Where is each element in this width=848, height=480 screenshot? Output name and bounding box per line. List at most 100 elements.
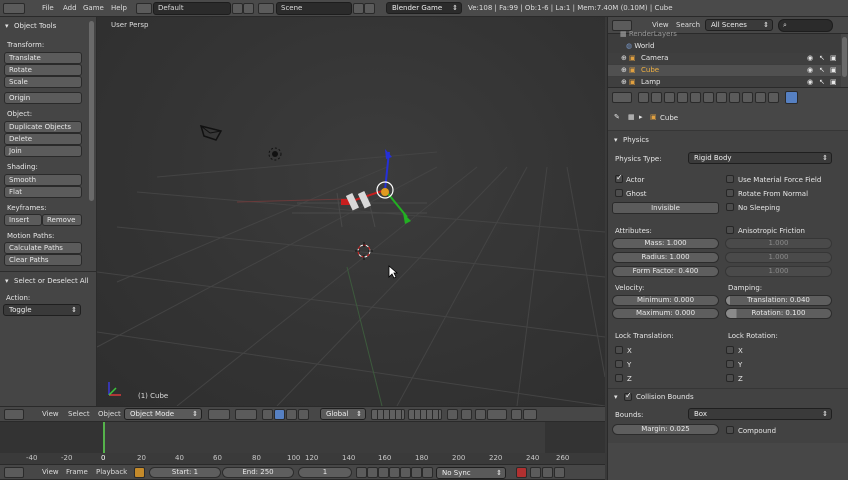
rotate-icon[interactable] xyxy=(286,409,297,420)
current-frame-field[interactable]: 1 xyxy=(298,467,352,478)
bounds-select[interactable]: Box xyxy=(688,408,832,420)
start-frame-field[interactable]: Start: 1 xyxy=(149,467,221,478)
pivot-icon[interactable] xyxy=(235,409,257,420)
scene-tab-icon[interactable] xyxy=(664,92,675,103)
sync-select[interactable]: No Sync xyxy=(436,467,506,479)
editor-type-icon[interactable] xyxy=(3,3,25,14)
add-layout-icon[interactable] xyxy=(232,3,243,14)
outliner-row-camera[interactable]: ⊕ ▣ Camera ◉ ↖ ▣ xyxy=(608,53,841,64)
next-key-icon[interactable] xyxy=(400,467,411,478)
end-frame-field[interactable]: End: 250 xyxy=(222,467,294,478)
object-tab-icon[interactable] xyxy=(690,92,701,103)
aniso-z-field[interactable]: 1.000 xyxy=(725,266,832,277)
expand-icon[interactable]: ⊕ xyxy=(621,78,627,86)
pause-icon[interactable] xyxy=(422,467,433,478)
velocity-minimum-field[interactable]: Minimum: 0.000 xyxy=(612,295,719,306)
insert-key-icon[interactable] xyxy=(542,467,553,478)
add-scene-icon[interactable] xyxy=(353,3,364,14)
damping-translation-field[interactable]: Translation: 0.040 xyxy=(725,295,832,306)
collapse-icon[interactable]: ▾ xyxy=(614,136,618,144)
modifiers-tab-icon[interactable] xyxy=(716,92,727,103)
3d-viewport[interactable]: User Persp (1) Cube xyxy=(97,17,605,406)
snap-icon[interactable] xyxy=(475,409,486,420)
layers-block-1[interactable] xyxy=(371,409,405,420)
outliner-filter-select[interactable]: All Scenes xyxy=(705,19,773,31)
jump-start-icon[interactable] xyxy=(356,467,367,478)
join-button[interactable]: Join xyxy=(4,145,82,157)
form-factor-field[interactable]: Form Factor: 0.400 xyxy=(612,266,719,277)
eye-icon[interactable]: ◉ xyxy=(807,66,813,74)
select-icon[interactable]: ↖ xyxy=(819,78,825,86)
lock-camera-icon[interactable] xyxy=(447,409,458,420)
use-material-force-checkbox[interactable] xyxy=(726,175,734,183)
margin-field[interactable]: Margin: 0.025 xyxy=(612,424,719,435)
eye-icon[interactable]: ◉ xyxy=(807,54,813,62)
eye-icon[interactable]: ◉ xyxy=(807,78,813,86)
menu-game[interactable]: Game xyxy=(79,0,108,16)
anisotropic-checkbox[interactable] xyxy=(726,226,734,234)
editor-type-icon[interactable] xyxy=(612,92,632,103)
rotate-button[interactable]: Rotate xyxy=(4,64,82,76)
world-tab-icon[interactable] xyxy=(677,92,688,103)
render-engine-select[interactable]: Blender Game xyxy=(386,2,462,14)
texture-tab-icon[interactable] xyxy=(755,92,766,103)
scale-icon[interactable] xyxy=(298,409,309,420)
menu-select[interactable]: Select xyxy=(64,406,94,422)
flat-button[interactable]: Flat xyxy=(4,186,82,198)
translate-button[interactable]: Translate xyxy=(4,52,82,64)
snap-element-icon[interactable] xyxy=(487,409,507,420)
outliner-search-input[interactable]: ⌕ xyxy=(778,19,833,32)
render-icon[interactable]: ▣ xyxy=(830,66,837,74)
operator-collapse-icon[interactable]: ▾ xyxy=(5,277,9,285)
prev-key-icon[interactable] xyxy=(367,467,378,478)
physics-tab-icon[interactable] xyxy=(785,91,798,104)
aniso-y-field[interactable]: 1.000 xyxy=(725,252,832,263)
outliner-item[interactable]: ◍ World xyxy=(626,42,654,50)
duplicate-objects-button[interactable]: Duplicate Objects xyxy=(4,121,82,133)
expand-icon[interactable]: ⊕ xyxy=(621,54,627,62)
render-icon[interactable]: ▣ xyxy=(830,78,837,86)
lock-translation-z-checkbox[interactable] xyxy=(615,374,623,382)
lock-rotation-y-checkbox[interactable] xyxy=(726,360,734,368)
preview-range-icon[interactable] xyxy=(134,467,145,478)
object-gizmo[interactable] xyxy=(335,147,425,237)
compound-checkbox[interactable] xyxy=(726,426,734,434)
menu-playback[interactable]: Playback xyxy=(92,464,131,480)
menu-frame[interactable]: Frame xyxy=(62,464,92,480)
select-icon[interactable]: ↖ xyxy=(819,54,825,62)
lock-rotation-z-checkbox[interactable] xyxy=(726,374,734,382)
mode-select[interactable]: Object Mode xyxy=(124,408,202,420)
rotate-from-normal-checkbox[interactable] xyxy=(726,189,734,197)
clear-paths-button[interactable]: Clear Paths xyxy=(4,254,82,266)
material-tab-icon[interactable] xyxy=(742,92,753,103)
remove-keyframe-button[interactable]: Remove xyxy=(42,214,82,226)
shading-icon[interactable] xyxy=(208,409,230,420)
menu-view[interactable]: View xyxy=(38,406,63,422)
editor-type-icon[interactable] xyxy=(4,409,24,420)
select-icon[interactable]: ↖ xyxy=(819,66,825,74)
velocity-maximum-field[interactable]: Maximum: 0.000 xyxy=(612,308,719,319)
keyingset-icon[interactable] xyxy=(530,467,541,478)
ghost-checkbox[interactable] xyxy=(615,189,623,197)
origin-button[interactable]: Origin xyxy=(4,92,82,104)
render-preview-icon[interactable] xyxy=(511,409,522,420)
tools-collapse-icon[interactable]: ▾ xyxy=(5,22,9,30)
editor-type-icon[interactable] xyxy=(4,467,24,478)
damping-rotation-field[interactable]: Rotation: 0.100 xyxy=(725,308,832,319)
play-icon[interactable] xyxy=(389,467,400,478)
data-tab-icon[interactable] xyxy=(729,92,740,103)
remove-layout-icon[interactable] xyxy=(243,3,254,14)
actor-checkbox[interactable] xyxy=(615,173,623,183)
translate-icon[interactable] xyxy=(274,409,285,420)
layers-block-2[interactable] xyxy=(408,409,442,420)
constraints-tab-icon[interactable] xyxy=(703,92,714,103)
outliner-item[interactable]: ▦ RenderLayers xyxy=(620,30,677,38)
render-anim-icon[interactable] xyxy=(523,409,537,420)
aniso-x-field[interactable]: 1.000 xyxy=(725,238,832,249)
menu-help[interactable]: Help xyxy=(107,0,131,16)
remove-scene-icon[interactable] xyxy=(364,3,375,14)
physics-type-select[interactable]: Rigid Body xyxy=(688,152,832,164)
particles-tab-icon[interactable] xyxy=(768,92,779,103)
collision-bounds-checkbox[interactable] xyxy=(624,391,632,401)
action-select[interactable]: Toggle xyxy=(3,304,81,316)
